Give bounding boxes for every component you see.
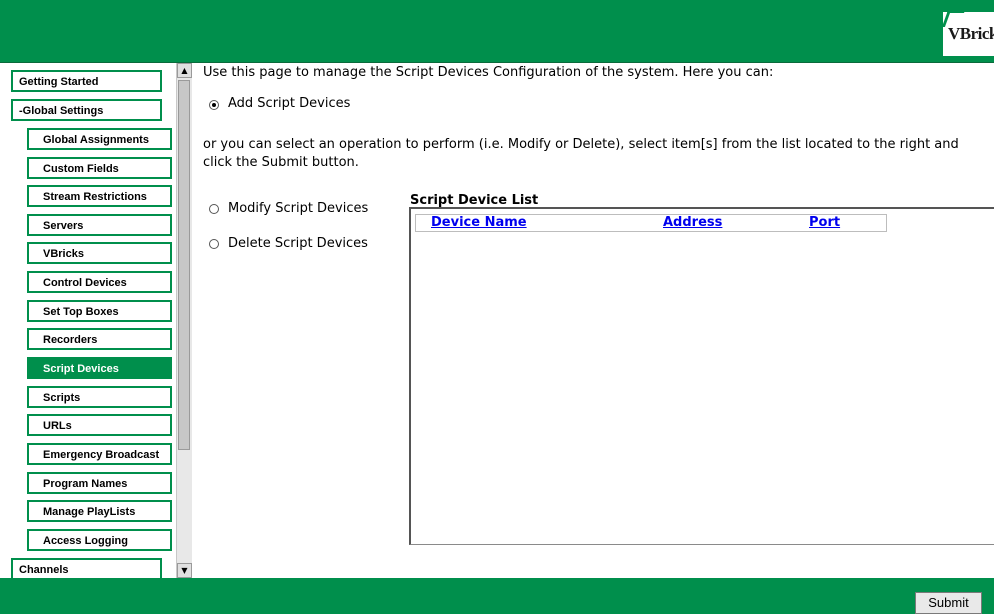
scroll-down-arrow-icon[interactable]: ▼ — [177, 563, 192, 578]
instructions-line-1: or you can select an operation to perfor… — [203, 137, 959, 152]
script-device-list[interactable]: Device Name Address Port — [409, 207, 994, 545]
header-bar — [0, 0, 994, 63]
add-script-devices-label[interactable]: Add Script Devices — [228, 96, 350, 111]
sidebar-item-program-names[interactable]: Program Names — [27, 472, 172, 494]
sidebar-item-vbricks[interactable]: VBricks — [27, 242, 172, 264]
add-script-devices-radio[interactable] — [209, 100, 219, 110]
sidebar-item-urls[interactable]: URLs — [27, 414, 172, 436]
sidebar-item-getting-started[interactable]: Getting Started — [11, 70, 162, 92]
footer-bar — [0, 578, 994, 614]
delete-script-devices-label[interactable]: Delete Script Devices — [228, 236, 368, 251]
script-device-list-title: Script Device List — [410, 193, 539, 208]
sidebar-item-global-settings[interactable]: -Global Settings — [11, 99, 162, 121]
sidebar-item-custom-fields[interactable]: Custom Fields — [27, 157, 172, 179]
sidebar-item-access-logging[interactable]: Access Logging — [27, 529, 172, 551]
sidebar-item-servers[interactable]: Servers — [27, 214, 172, 236]
sidebar-item-scripts[interactable]: Scripts — [27, 386, 172, 408]
list-header-row: Device Name Address Port — [415, 214, 887, 232]
modify-script-devices-radio[interactable] — [209, 204, 219, 214]
sidebar-item-set-top-boxes[interactable]: Set Top Boxes — [27, 300, 172, 322]
sidebar-item-manage-playlists[interactable]: Manage PlayLists — [27, 500, 172, 522]
column-port[interactable]: Port — [809, 215, 840, 230]
sidebar-item-stream-restrictions[interactable]: Stream Restrictions — [27, 185, 172, 207]
delete-script-devices-radio[interactable] — [209, 239, 219, 249]
scroll-up-arrow-icon[interactable]: ▲ — [177, 63, 192, 78]
column-device-name[interactable]: Device Name — [431, 215, 527, 230]
sidebar-item-global-assignments[interactable]: Global Assignments — [27, 128, 172, 150]
sidebar-item-control-devices[interactable]: Control Devices — [27, 271, 172, 293]
column-address[interactable]: Address — [663, 215, 722, 230]
modify-script-devices-label[interactable]: Modify Script Devices — [228, 201, 368, 216]
instructions-line-2: click the Submit button. — [203, 155, 359, 170]
sidebar-item-emergency-broadcast[interactable]: Emergency Broadcast — [27, 443, 172, 465]
sidebar-nav: Getting Started -Global Settings Global … — [0, 63, 175, 578]
scrollbar-thumb[interactable] — [178, 80, 190, 450]
sidebar-item-channels[interactable]: Channels — [11, 558, 162, 578]
intro-text: Use this page to manage the Script Devic… — [203, 65, 774, 80]
submit-button[interactable]: Submit — [915, 592, 982, 614]
vbrick-logo: VBrick — [941, 10, 994, 58]
sidebar-scrollbar[interactable]: ▲ ▼ — [176, 63, 192, 578]
sidebar-item-recorders[interactable]: Recorders — [27, 328, 172, 350]
sidebar-item-script-devices[interactable]: Script Devices — [27, 357, 172, 379]
logo-text: VBrick — [948, 24, 994, 43]
